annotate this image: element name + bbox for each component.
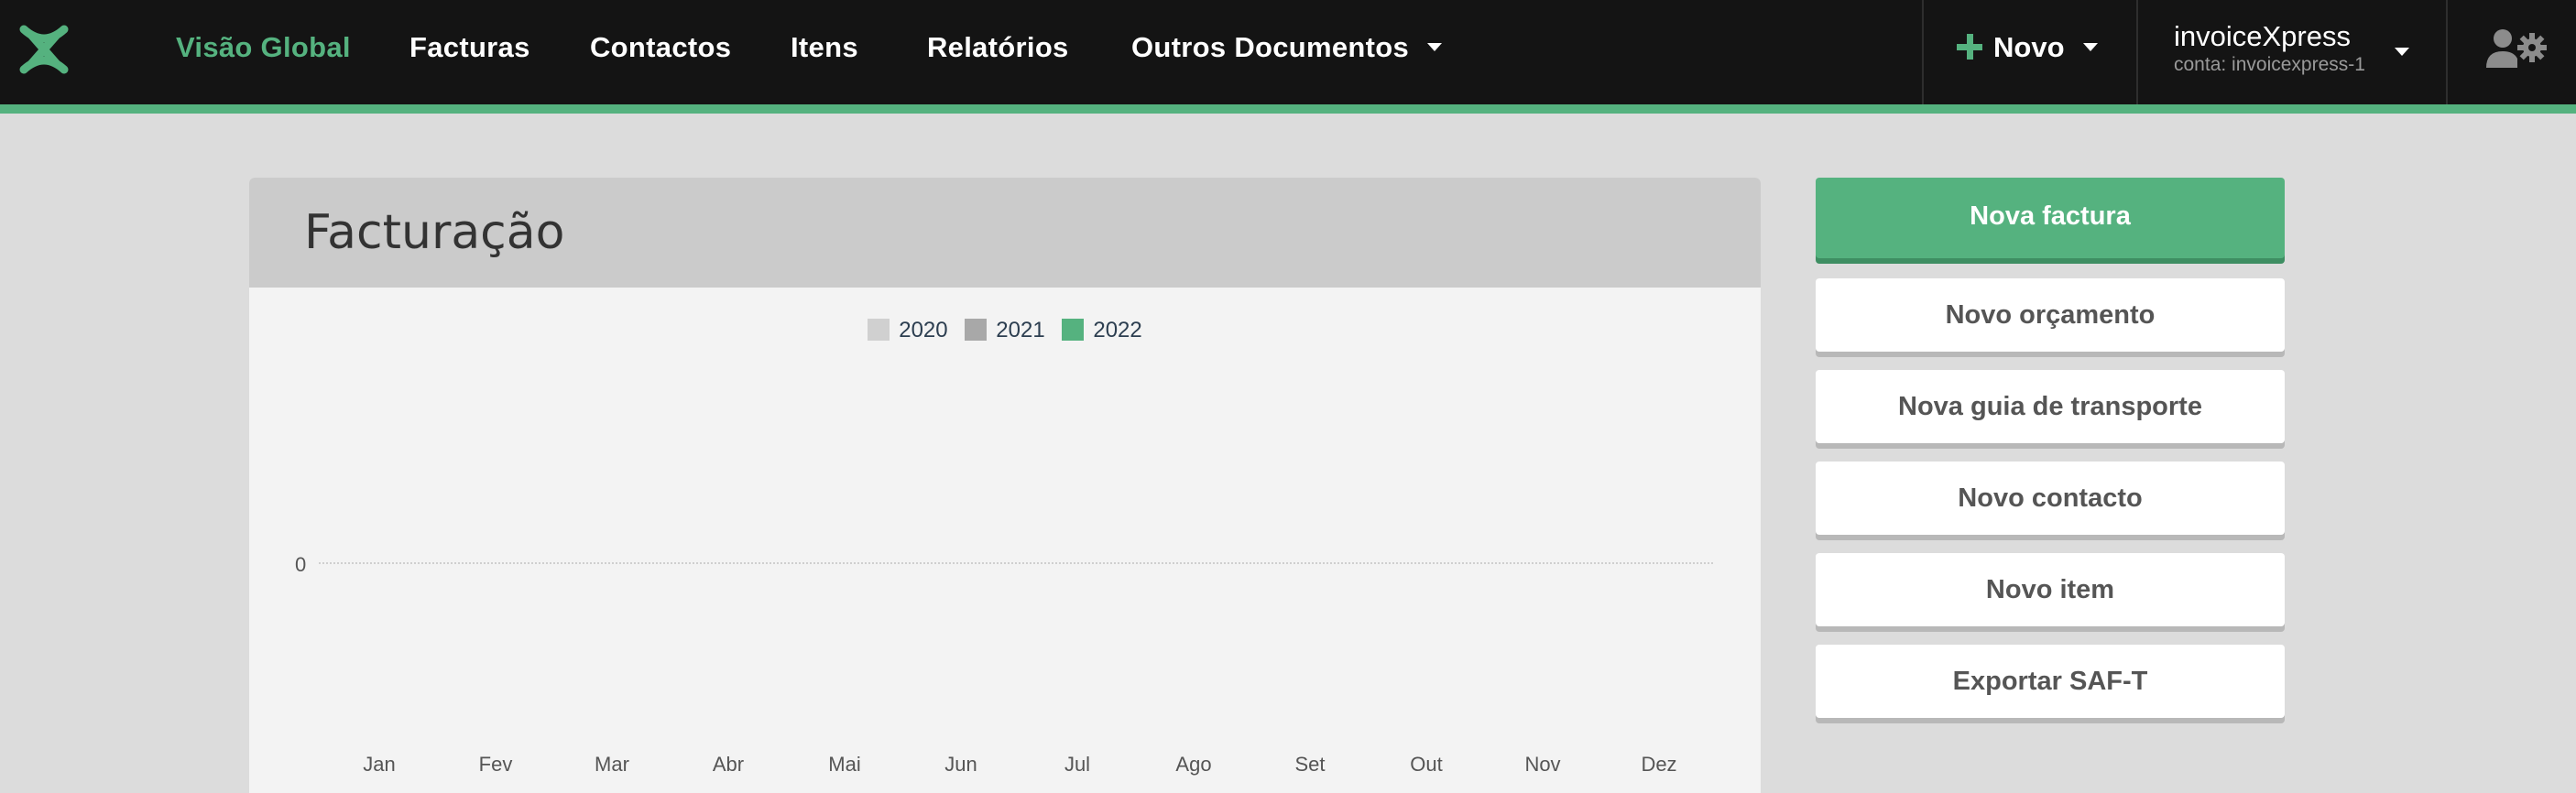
x-tick-label: Abr [712, 753, 745, 776]
nav-divider [2136, 0, 2138, 104]
account-switcher[interactable]: invoiceXpress conta: invoicexpress-1 [2174, 20, 2365, 77]
novo-item-button[interactable]: Novo item [1816, 553, 2285, 626]
nav-item-visao-global[interactable]: Visão Global [176, 31, 351, 64]
legend-label-2021: 2021 [996, 318, 1045, 342]
nova-factura-button[interactable]: Nova factura [1816, 178, 2285, 258]
legend-item-2021[interactable]: 2021 [965, 318, 1045, 343]
legend-swatch-2020 [868, 318, 890, 341]
plus-icon [1957, 33, 1982, 60]
novo-contacto-button[interactable]: Novo contacto [1816, 462, 2285, 535]
chevron-down-icon[interactable] [2395, 48, 2409, 56]
x-tick-label: Out [1410, 753, 1443, 776]
zero-gridline [319, 562, 1713, 564]
nav-item-relatorios[interactable]: Relatórios [927, 31, 1069, 64]
novo-dropdown-button[interactable]: Novo [1957, 31, 2098, 64]
x-tick-label: Dez [1641, 753, 1677, 776]
panel-title: Facturação [304, 205, 565, 260]
x-tick-label: Mar [595, 753, 629, 776]
y-tick-label: 0 [295, 553, 307, 576]
x-tick-label: Mai [828, 753, 861, 776]
exportar-saft-button[interactable]: Exportar SAF-T [1816, 645, 2285, 718]
chart-legend: 2020 2021 2022 [249, 318, 1761, 343]
legend-label-2022: 2022 [1093, 318, 1142, 342]
account-subtitle: conta: invoicexpress-1 [2174, 54, 2365, 75]
facturacao-panel: Facturação 2020 2021 2022 0 Jan Fev Mar Abr… [249, 178, 1761, 793]
user-settings-icon[interactable] [2484, 26, 2550, 70]
x-tick-label: Jun [944, 753, 977, 776]
nav-divider [2446, 0, 2448, 104]
nav-divider [1922, 0, 1924, 104]
novo-orcamento-button[interactable]: Novo orçamento [1816, 278, 2285, 352]
nav-item-outros-documentos[interactable]: Outros Documentos [1131, 31, 1443, 64]
nav-item-itens[interactable]: Itens [791, 31, 858, 64]
x-tick-label: Ago [1175, 753, 1212, 776]
nova-guia-transporte-button[interactable]: Nova guia de transporte [1816, 370, 2285, 443]
legend-swatch-2022 [1062, 318, 1085, 341]
x-tick-label: Nov [1524, 753, 1561, 776]
legend-item-2020[interactable]: 2020 [868, 318, 948, 343]
nav-item-contactos[interactable]: Contactos [590, 31, 731, 64]
topbar-accent-line [0, 104, 2576, 114]
legend-swatch-2021 [965, 318, 988, 341]
nav-item-facturas[interactable]: Facturas [409, 31, 530, 64]
x-tick-label: Jan [363, 753, 396, 776]
x-logo-icon[interactable] [18, 24, 70, 75]
account-name: invoiceXpress [2174, 20, 2351, 52]
chevron-down-icon [2082, 43, 2098, 52]
nav-item-outros-documentos-label: Outros Documentos [1131, 31, 1410, 63]
top-navigation-bar: Visão Global Facturas Contactos Itens Re… [0, 0, 2576, 104]
novo-label: Novo [1993, 31, 2065, 63]
legend-item-2022[interactable]: 2022 [1062, 318, 1142, 343]
chevron-down-icon [1427, 43, 1443, 52]
x-tick-label: Jul [1064, 753, 1091, 776]
legend-label-2020: 2020 [899, 318, 948, 342]
x-tick-label: Set [1294, 753, 1326, 776]
x-tick-label: Fev [478, 753, 513, 776]
